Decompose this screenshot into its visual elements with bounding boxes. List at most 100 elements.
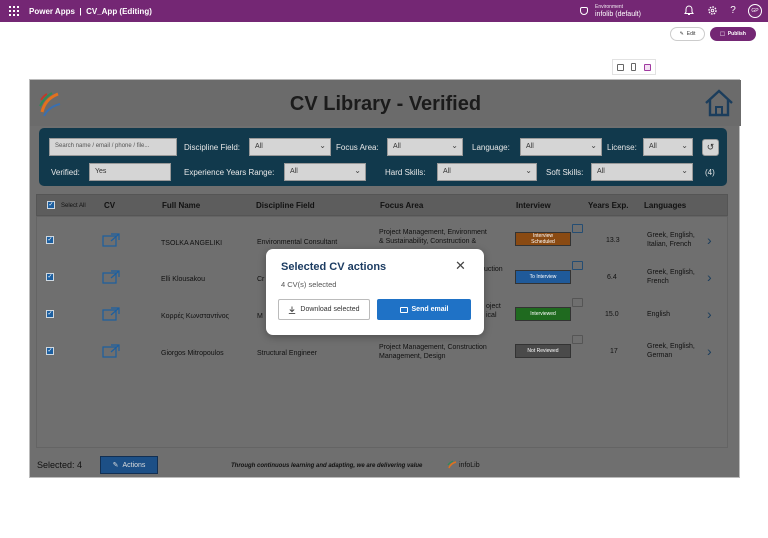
comment-icon[interactable] bbox=[572, 335, 583, 344]
download-icon bbox=[289, 306, 296, 314]
download-selected-button[interactable]: Download selected bbox=[278, 299, 370, 320]
header-focus-area: Focus Area bbox=[380, 201, 424, 210]
row-discipline: Cr bbox=[257, 276, 265, 283]
close-icon[interactable]: ✕ bbox=[455, 258, 466, 274]
row-discipline: M bbox=[257, 313, 263, 320]
verified-filter-label: Verified: bbox=[51, 168, 80, 177]
dialog-title: Selected CV actions bbox=[281, 261, 387, 273]
row-name: Giorgos Mitropoulos bbox=[161, 350, 224, 357]
publish-button[interactable]: ⬚ Publish bbox=[710, 27, 756, 41]
open-cv-icon[interactable] bbox=[102, 307, 120, 321]
chevron-down-icon: ⌄ bbox=[681, 166, 688, 175]
row-discipline: Environmental Consultant bbox=[257, 239, 338, 246]
row-focus-area: uction bbox=[484, 266, 503, 273]
app-header: CV Library - Verified bbox=[30, 80, 741, 126]
row-focus-area: Project Management, Construction Manageme… bbox=[379, 344, 487, 360]
row-checkbox[interactable]: ✓ bbox=[46, 310, 54, 318]
select-all-checkbox[interactable]: ✓ bbox=[47, 201, 55, 209]
phone-preview-icon[interactable] bbox=[631, 63, 637, 71]
row-languages: English bbox=[647, 311, 670, 318]
selected-cv-actions-dialog: Selected CV actions 4 CV(s) selected ✕ D… bbox=[266, 249, 484, 335]
row-years: 13.3 bbox=[606, 237, 620, 244]
hard-skills-filter-select[interactable]: All ⌄ bbox=[437, 163, 537, 181]
row-checkbox[interactable]: ✓ bbox=[46, 347, 54, 355]
environment-label: Environment bbox=[595, 4, 624, 10]
open-cv-icon[interactable] bbox=[102, 344, 120, 358]
environment-icon bbox=[580, 7, 588, 15]
open-cv-icon[interactable] bbox=[102, 270, 120, 284]
hard-skills-filter-label: Hard Skills: bbox=[385, 168, 426, 177]
result-count: (4) bbox=[705, 168, 715, 177]
comment-icon[interactable] bbox=[572, 224, 583, 233]
row-name: Elli Klousakou bbox=[161, 276, 205, 283]
row-focus-area: oject ical bbox=[486, 303, 501, 319]
page-title: CV Library - Verified bbox=[289, 93, 482, 115]
chevron-down-icon: ⌄ bbox=[525, 166, 532, 175]
pencil-icon: ✎ bbox=[679, 31, 684, 37]
dialog-subtitle: 4 CV(s) selected bbox=[281, 280, 337, 289]
verified-filter-input[interactable]: Yes bbox=[89, 163, 171, 181]
reset-filters-icon[interactable]: ↺ bbox=[702, 139, 719, 156]
edit-button[interactable]: ✎ Edit bbox=[670, 27, 705, 41]
header-discipline: Discipline Field bbox=[256, 201, 315, 210]
soft-skills-filter-label: Soft Skills: bbox=[546, 168, 584, 177]
avatar[interactable]: GP bbox=[748, 4, 762, 18]
header-interview: Interview bbox=[516, 201, 551, 210]
row-name: TSOLKA ANGELIKI bbox=[161, 240, 223, 247]
table-header: ✓ Select All CV Full Name Discipline Fie… bbox=[36, 194, 728, 216]
comment-icon[interactable] bbox=[572, 298, 583, 307]
web-preview-icon[interactable] bbox=[644, 63, 652, 71]
row-name: Κορρές Κωνσταντίνος bbox=[161, 313, 230, 320]
actions-button[interactable]: ✎ Actions bbox=[100, 456, 158, 474]
chevron-right-icon[interactable]: › bbox=[707, 343, 712, 359]
table-row[interactable]: ✓ Giorgos Mitropoulos Structural Enginee… bbox=[36, 335, 728, 371]
row-checkbox[interactable]: ✓ bbox=[46, 236, 54, 244]
comment-icon[interactable] bbox=[572, 261, 583, 270]
chevron-right-icon[interactable]: › bbox=[707, 232, 712, 248]
app-launcher-icon[interactable] bbox=[9, 6, 19, 16]
infolib-logo-icon bbox=[447, 460, 457, 469]
soft-skills-filter-select[interactable]: All ⌄ bbox=[591, 163, 693, 181]
select-all-label: Select All bbox=[61, 203, 86, 209]
row-languages: Greek, English, German bbox=[647, 343, 695, 359]
header-cv: CV bbox=[104, 201, 116, 210]
row-focus-area: Project Management, Environment & Sustain… bbox=[379, 229, 487, 245]
top-bar: Power Apps | CV_App (Editing) Environmen… bbox=[0, 0, 768, 22]
filter-panel: Search name / email / phone / file... Di… bbox=[39, 128, 727, 186]
notification-bell-icon[interactable] bbox=[683, 5, 695, 17]
header-full-name: Full Name bbox=[162, 201, 201, 210]
device-preview-toggle bbox=[612, 59, 656, 75]
row-languages: Greek, English, French bbox=[647, 269, 695, 285]
chevron-down-icon: ⌄ bbox=[354, 166, 361, 175]
row-years: 17 bbox=[610, 348, 618, 355]
row-years: 6.4 bbox=[607, 274, 617, 281]
search-input[interactable]: Search name / email / phone / file... bbox=[49, 138, 177, 156]
mail-icon bbox=[399, 306, 408, 313]
row-languages: Greek, English, Italian, French bbox=[647, 232, 695, 248]
chevron-down-icon: ⌄ bbox=[451, 141, 458, 150]
help-icon[interactable]: ? bbox=[727, 5, 739, 17]
tablet-preview-icon[interactable] bbox=[616, 63, 624, 71]
row-years: 15.0 bbox=[605, 311, 619, 318]
focus-filter-select[interactable]: All ⌄ bbox=[387, 138, 463, 156]
focus-filter-label: Focus Area: bbox=[336, 143, 379, 152]
pencil-icon: ✎ bbox=[112, 462, 119, 469]
discipline-filter-select[interactable]: All ⌄ bbox=[249, 138, 331, 156]
home-icon[interactable] bbox=[703, 88, 735, 118]
send-email-button[interactable]: Send email bbox=[377, 299, 471, 320]
environment-picker[interactable]: Environment infolib (default) bbox=[580, 3, 641, 19]
license-filter-select[interactable]: All ⌄ bbox=[643, 138, 693, 156]
row-checkbox[interactable]: ✓ bbox=[46, 273, 54, 281]
chevron-right-icon[interactable]: › bbox=[707, 306, 712, 322]
row-discipline: Structural Engineer bbox=[257, 350, 317, 357]
chevron-right-icon[interactable]: › bbox=[707, 269, 712, 285]
open-cv-icon[interactable] bbox=[102, 233, 120, 247]
language-filter-select[interactable]: All ⌄ bbox=[520, 138, 602, 156]
discipline-filter-label: Discipline Field: bbox=[184, 143, 241, 152]
experience-filter-select[interactable]: All ⌄ bbox=[284, 163, 366, 181]
interview-status-badge: Interview Scheduled bbox=[515, 232, 571, 246]
chevron-down-icon: ⌄ bbox=[681, 141, 688, 150]
gear-icon[interactable] bbox=[706, 5, 718, 17]
interview-status-badge: To Interview bbox=[515, 270, 571, 284]
interview-status-badge: Interviewed bbox=[515, 307, 571, 321]
